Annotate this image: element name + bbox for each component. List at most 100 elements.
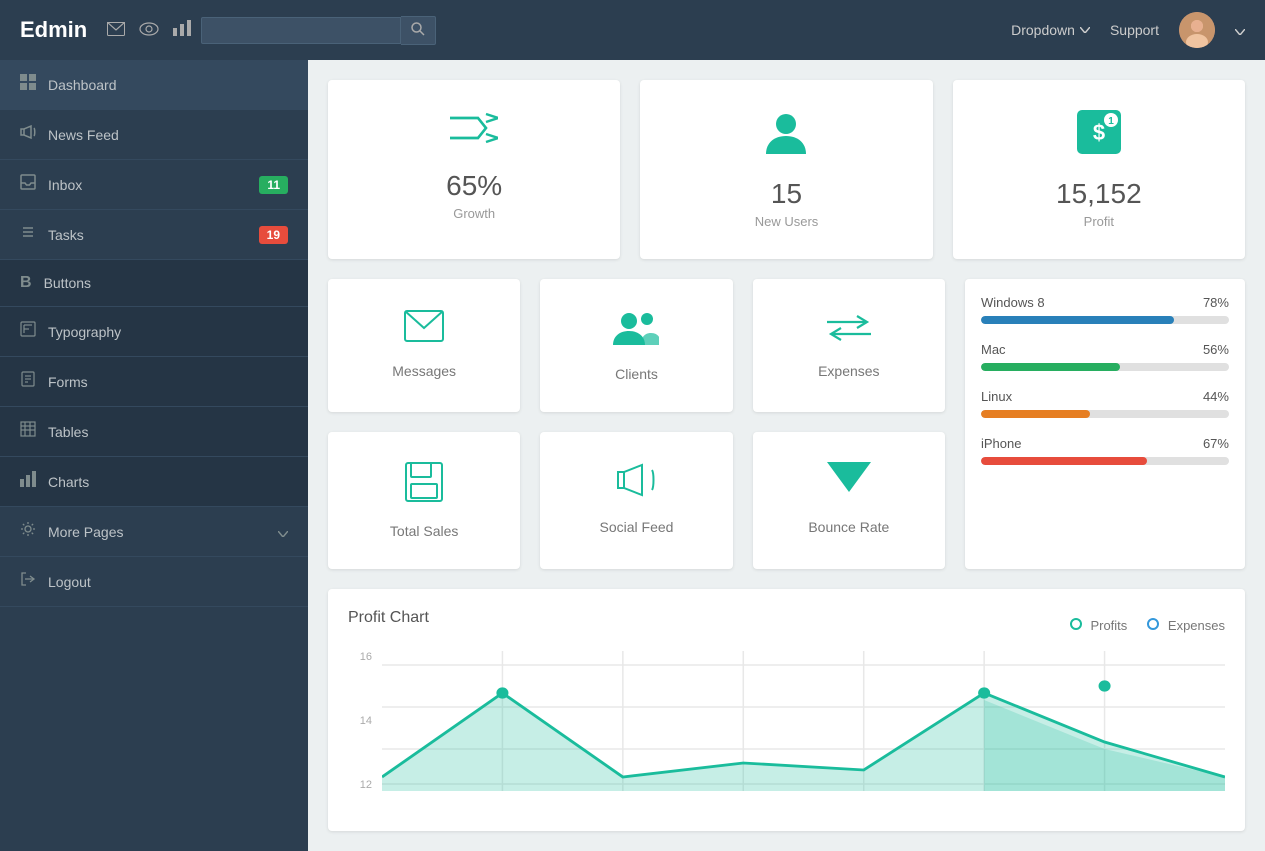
- bar-chart-icon: [20, 471, 36, 492]
- profit-value: 15,152: [973, 178, 1225, 210]
- total-sales-label: Total Sales: [348, 523, 500, 539]
- growth-card: 65% Growth: [328, 80, 620, 259]
- brand-logo: Edmin: [20, 17, 87, 43]
- floppy-icon: [348, 462, 500, 511]
- sidebar-item-tables[interactable]: Tables: [0, 407, 308, 457]
- progress-pct-iphone: 67%: [1203, 436, 1229, 451]
- sidebar-item-logout[interactable]: Logout: [0, 557, 308, 607]
- sidebar-label-tables: Tables: [48, 424, 88, 440]
- gear-icon: [20, 521, 36, 542]
- new-users-card: 15 New Users: [640, 80, 932, 259]
- progress-bar-bg-windows: [981, 316, 1229, 324]
- new-users-label: New Users: [660, 214, 912, 229]
- sidebar-item-tasks[interactable]: Tasks 19: [0, 210, 308, 260]
- user-icon: [660, 110, 912, 164]
- bold-icon: B: [20, 274, 32, 292]
- header-right: Dropdown Support: [1011, 12, 1245, 48]
- chart-svg: [382, 651, 1225, 791]
- progress-bar-linux: [981, 410, 1090, 418]
- sidebar-label-inbox: Inbox: [48, 177, 82, 193]
- legend-expenses: Expenses: [1147, 618, 1225, 633]
- main-content: 65% Growth 15 New Users: [308, 60, 1265, 851]
- megaphone-icon: [20, 124, 36, 145]
- expenses-dot: [1147, 618, 1159, 630]
- sidebar: Dashboard News Feed Inbox 11: [0, 60, 308, 851]
- progress-pct-windows: 78%: [1203, 295, 1229, 310]
- shuffle-icon: [348, 110, 600, 156]
- sidebar-item-forms[interactable]: Forms: [0, 357, 308, 407]
- sidebar-item-typography[interactable]: Typography: [0, 307, 308, 357]
- chart-title: Profit Chart: [348, 609, 429, 627]
- social-feed-card: Social Feed: [540, 432, 732, 569]
- sidebar-item-more-pages[interactable]: More Pages: [0, 507, 308, 557]
- sidebar-label-dashboard: Dashboard: [48, 77, 117, 93]
- sidebar-item-buttons[interactable]: B Buttons: [0, 260, 308, 307]
- search-input[interactable]: [201, 17, 401, 44]
- profit-label: Profit: [973, 214, 1225, 229]
- progress-bar-iphone: [981, 457, 1147, 465]
- progress-bar-bg-iphone: [981, 457, 1229, 465]
- avatar[interactable]: [1179, 12, 1215, 48]
- svg-text:$: $: [1093, 120, 1105, 145]
- sidebar-label-forms: Forms: [48, 374, 88, 390]
- expenses-card: Expenses: [753, 279, 945, 412]
- bounce-rate-label: Bounce Rate: [773, 519, 925, 535]
- support-link[interactable]: Support: [1110, 22, 1159, 38]
- bounce-rate-card: Bounce Rate: [753, 432, 945, 569]
- envelope-icon: [348, 309, 500, 351]
- search-bar: [201, 16, 436, 45]
- progress-bar-windows: [981, 316, 1174, 324]
- inbox-icon: [20, 174, 36, 195]
- exchange-icon: [773, 309, 925, 351]
- new-users-value: 15: [660, 178, 912, 210]
- more-pages-chevron: [278, 524, 288, 540]
- chart-icon[interactable]: [173, 20, 191, 41]
- progress-bar-bg-linux: [981, 410, 1229, 418]
- sidebar-label-buttons: Buttons: [44, 275, 91, 291]
- progress-label-linux: Linux: [981, 389, 1012, 404]
- stats-row: 65% Growth 15 New Users: [328, 80, 1245, 259]
- profits-dot: [1070, 618, 1082, 630]
- search-button[interactable]: [401, 16, 436, 45]
- header: Edmin: [0, 0, 1265, 60]
- inbox-badge: 11: [259, 176, 288, 194]
- sidebar-label-typography: Typography: [48, 324, 121, 340]
- tasks-badge: 19: [259, 226, 288, 244]
- messages-label: Messages: [348, 363, 500, 379]
- progress-linux: Linux 44%: [981, 389, 1229, 418]
- mail-icon[interactable]: [107, 20, 125, 41]
- logout-icon: [20, 571, 36, 592]
- dropdown-menu[interactable]: Dropdown: [1011, 22, 1090, 38]
- grid-icon: [20, 74, 36, 95]
- layout: Dashboard News Feed Inbox 11: [0, 60, 1265, 851]
- avatar-chevron[interactable]: [1235, 22, 1245, 38]
- profits-peak-3: [1099, 680, 1111, 691]
- messages-card: Messages: [328, 279, 520, 412]
- progress-pct-mac: 56%: [1203, 342, 1229, 357]
- svg-text:1: 1: [1108, 116, 1114, 127]
- chart-legend: Profits Expenses: [1070, 618, 1225, 633]
- progress-bar-bg-mac: [981, 363, 1229, 371]
- progress-windows: Windows 8 78%: [981, 295, 1229, 324]
- sidebar-item-news-feed[interactable]: News Feed: [0, 110, 308, 160]
- progress-label-mac: Mac: [981, 342, 1006, 357]
- eye-icon[interactable]: [139, 20, 159, 41]
- progress-iphone: iPhone 67%: [981, 436, 1229, 465]
- caret-down-icon: [773, 462, 925, 507]
- typography-icon: [20, 321, 36, 342]
- cards-grid: Messages Clients: [328, 279, 1245, 569]
- sidebar-item-inbox[interactable]: Inbox 11: [0, 160, 308, 210]
- total-sales-card: Total Sales: [328, 432, 520, 569]
- list-icon: [20, 224, 36, 245]
- progress-label-iphone: iPhone: [981, 436, 1021, 451]
- sidebar-label-news-feed: News Feed: [48, 127, 119, 143]
- sidebar-label-logout: Logout: [48, 574, 91, 590]
- expenses-label: Expenses: [773, 363, 925, 379]
- sidebar-item-dashboard[interactable]: Dashboard: [0, 60, 308, 110]
- sidebar-label-charts: Charts: [48, 474, 89, 490]
- profit-card: $ 1 15,152 Profit: [953, 80, 1245, 259]
- profits-peak-1: [496, 687, 508, 698]
- dollar-icon: $ 1: [973, 110, 1225, 164]
- growth-label: Growth: [348, 206, 600, 221]
- sidebar-item-charts[interactable]: Charts: [0, 457, 308, 507]
